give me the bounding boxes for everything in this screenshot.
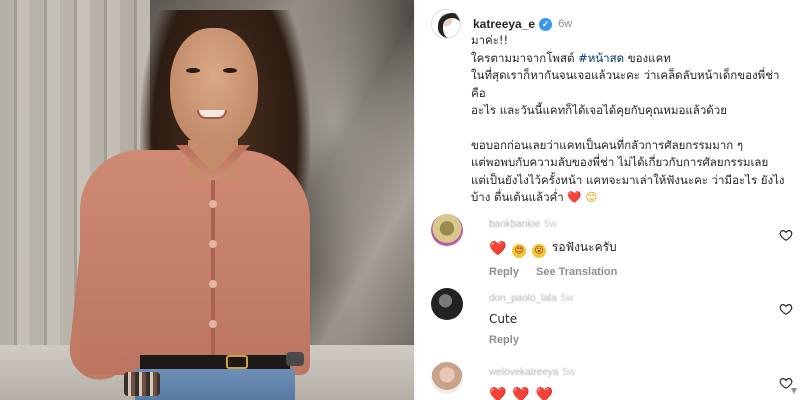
comment-time: 5w: [544, 219, 557, 230]
commenter-avatar[interactable]: [431, 362, 463, 394]
comment-actions: Reply: [489, 334, 763, 346]
shirt-button: [209, 320, 217, 328]
smile-emoji: 😊: [585, 190, 598, 204]
author-avatar[interactable]: [431, 9, 461, 39]
smile: [197, 110, 227, 119]
comment-message: Cute: [489, 312, 518, 326]
comment-actions: Reply See Translation: [489, 266, 763, 278]
post-panel: katreeya_e ✓ 6w มาค่ะ!! ใครตามมาจากโพสต์…: [414, 0, 800, 400]
commenter-username[interactable]: don_paolo_lala: [489, 293, 557, 304]
watch: [286, 352, 304, 366]
comment-text: ❤️ ❤️ ❤️: [489, 386, 763, 400]
caption-line: อะไร และวันนี้แคทก็ได้เจอได้คุยกับคุณหมอ…: [471, 103, 727, 117]
reply-button[interactable]: Reply: [489, 334, 519, 346]
caption-line: ขอบอกก่อนเลยว่าแคทเป็นคนที่กลัวการศัลยกร…: [471, 137, 744, 152]
verified-badge-icon: ✓: [539, 17, 553, 31]
comment-body: welovekatreeya 5w ❤️ ❤️ ❤️: [489, 362, 763, 400]
shirt: [80, 150, 310, 375]
hashtag-link[interactable]: #หน้าสด: [578, 51, 624, 65]
eye: [223, 68, 237, 73]
caption-line: แต่เป็นยังไงไว้ครั้งหน้า แคทจะมาเล่าให้ฟ…: [471, 172, 785, 187]
heart-emoji: ❤️: [489, 387, 507, 400]
shirt-button: [209, 280, 217, 288]
heart-emoji: ❤️: [512, 387, 530, 400]
post-caption: มาค่ะ!! ใครตามมาจากโพสต์ #หน้าสด ของแคท …: [471, 32, 793, 207]
belt-buckle: [226, 355, 248, 369]
heart-emoji: ❤️: [535, 387, 553, 400]
eye: [186, 68, 200, 73]
post-timestamp[interactable]: 6w: [558, 18, 572, 30]
commenter-avatar[interactable]: [431, 288, 463, 320]
see-translation-button[interactable]: See Translation: [536, 266, 617, 278]
heart-outline-icon[interactable]: [779, 302, 793, 316]
heart-emoji: ❤️: [489, 241, 507, 257]
reply-button[interactable]: Reply: [489, 266, 519, 278]
caption-text: ของแคท: [624, 50, 671, 65]
commenter-avatar[interactable]: [431, 214, 463, 246]
post-photo: [0, 0, 414, 400]
caption-line: แต่พอพบกับความลับของพี่ช่า ไม่ได้เกี่ยวก…: [471, 155, 769, 169]
comment-text: ❤️ 😍 😮 รอฟังนะครับ: [489, 238, 763, 258]
author-username[interactable]: katreeya_e: [473, 17, 535, 31]
scroll-down-arrow-icon[interactable]: [790, 385, 798, 399]
commenter-username[interactable]: bankbankie: [489, 219, 540, 230]
comment-time: 5w: [562, 367, 576, 378]
face: [170, 28, 258, 148]
caption-line: มาค่ะ!!: [471, 33, 509, 47]
surprised-emoji: 😮: [532, 244, 547, 258]
shirt-button: [209, 200, 217, 208]
caption-line: บ้าง ตื่นเต้นแล้วค่ำ ❤️ 😊: [471, 189, 793, 207]
comment-message: รอฟังนะครับ: [551, 240, 617, 254]
comment-body: don_paolo_lala 5w Cute Reply: [489, 288, 763, 346]
commenter-username[interactable]: welovekatreeya: [489, 367, 558, 378]
heart-emoji: ❤️: [567, 190, 582, 204]
bracelets: [124, 372, 160, 396]
caption-text: บ้าง ตื่นเต้นแล้วค่ำ: [471, 190, 568, 204]
caption-text: ใครตามมาจากโพสต์: [471, 50, 579, 65]
heart-eyes-emoji: 😍: [512, 244, 527, 258]
heart-outline-icon[interactable]: [779, 228, 793, 242]
comment-body: bankbankie 5w ❤️ 😍 😮 รอฟังนะครับ Reply Se…: [489, 214, 763, 278]
comment-time: 5w: [560, 293, 574, 304]
shirt-button: [209, 240, 217, 248]
belt: [140, 355, 290, 369]
caption-line: ใครตามมาจากโพสต์ #หน้าสด ของแคท: [471, 50, 793, 68]
caption-line: ในที่สุดเราก็หากันจนเจอแล้วนะคะ ว่าเคล็ด…: [471, 68, 780, 100]
